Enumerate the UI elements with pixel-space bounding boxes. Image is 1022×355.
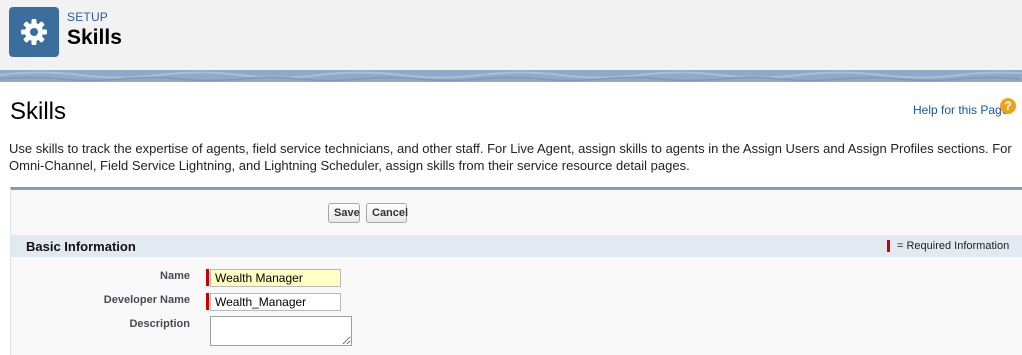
description-field[interactable]: [210, 316, 352, 346]
question-icon[interactable]: ?: [1000, 98, 1016, 114]
breadcrumb[interactable]: SETUP: [67, 10, 108, 24]
basic-information-section-header: Basic Information = Required Information: [11, 235, 1022, 257]
description-label: Description: [129, 318, 190, 330]
developer-name-label: Developer Name: [103, 294, 190, 306]
required-indicator: [887, 240, 890, 252]
save-button[interactable]: Save: [328, 203, 360, 223]
developer-name-required-indicator: [206, 293, 209, 310]
setup-header: SETUP Skills: [0, 0, 1022, 70]
skill-edit-panel: Save Cancel Basic Information = Required…: [10, 187, 1022, 355]
gear-icon: [9, 7, 59, 57]
name-label: Name: [160, 270, 190, 282]
name-field[interactable]: [210, 269, 341, 287]
section-title: Basic Information: [26, 239, 136, 254]
help-link[interactable]: Help for this Page: [913, 103, 1008, 117]
page-title: Skills: [10, 98, 67, 125]
required-legend: = Required Information: [897, 240, 1010, 252]
name-required-indicator: [206, 269, 209, 286]
header-title: Skills: [67, 26, 122, 49]
developer-name-field[interactable]: [210, 293, 341, 311]
cancel-button[interactable]: Cancel: [366, 203, 408, 223]
decorative-band: [0, 70, 1022, 82]
page-description: Use skills to track the expertise of age…: [9, 141, 1012, 173]
